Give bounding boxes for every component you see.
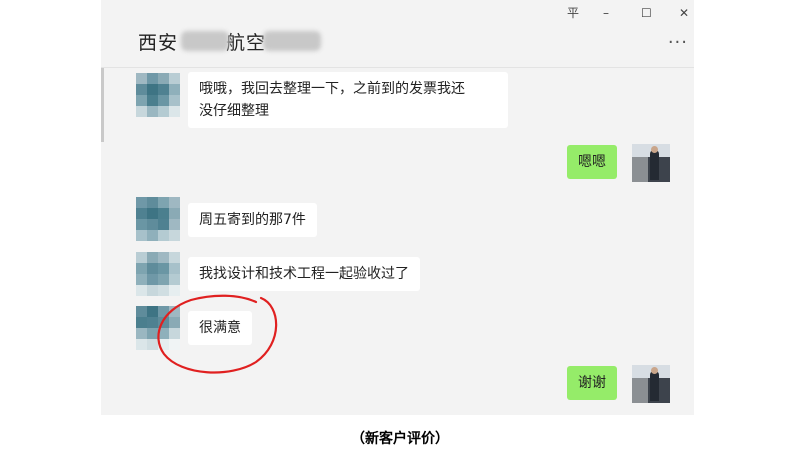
message-bubble-sent: 谢谢 [567,366,617,400]
message-bubble-received: 我找设计和技术工程一起验收过了 [188,257,420,291]
redacted-title-segment-2 [263,31,321,51]
close-button[interactable]: ✕ [679,4,689,22]
my-avatar[interactable] [632,144,670,182]
chat-title-part1: 西安 [138,32,179,54]
contact-avatar[interactable] [136,197,180,241]
pin-icon[interactable]: 平 [567,4,579,22]
message-bubble-received: 周五寄到的那7件 [188,203,317,237]
maximize-button[interactable]: ☐ [641,4,652,22]
chat-window: 平 – ☐ ✕ 西安 航空 ··· 哦哦，我回去整理一下，之前到的发票我还 没仔细… [101,0,694,415]
chat-title-part2: 航空 [226,32,267,54]
redacted-title-segment [181,31,229,51]
scrollbar[interactable] [101,68,104,142]
figure-caption: （新客户评价） [351,431,449,447]
message-bubble-received: 哦哦，我回去整理一下，之前到的发票我还 没仔细整理 [188,72,508,128]
annotation-ellipse [157,294,278,374]
contact-avatar[interactable] [136,73,180,117]
more-options-icon[interactable]: ··· [668,32,688,53]
message-bubble-sent: 嗯嗯 [567,145,617,179]
my-avatar[interactable] [632,365,670,403]
minimize-button[interactable]: – [603,4,609,22]
header-divider [101,67,694,68]
